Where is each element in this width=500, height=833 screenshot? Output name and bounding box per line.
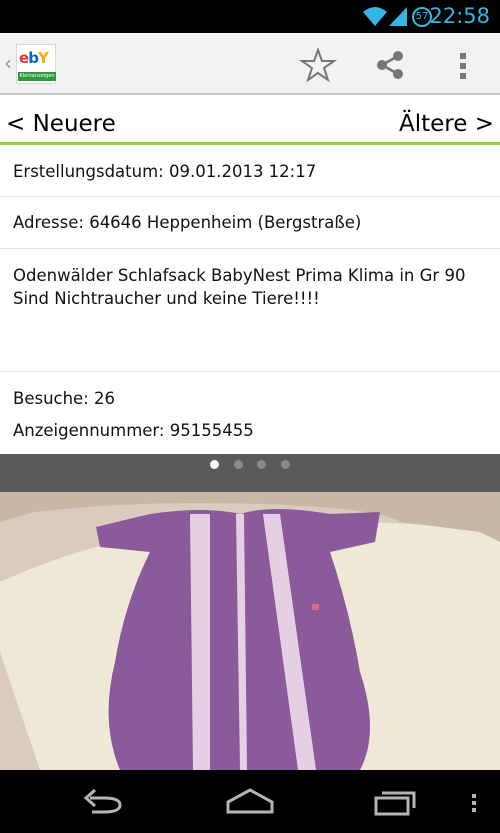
divider	[0, 196, 500, 197]
recents-icon	[374, 791, 416, 816]
ad-navigation: < Neuere Ältere >	[0, 97, 500, 145]
menu-icon	[472, 794, 476, 812]
signal-icon	[389, 7, 407, 26]
home-button[interactable]	[224, 784, 276, 822]
description-line: Odenwälder Schlafsack BabyNest Prima Kli…	[13, 266, 466, 285]
visit-count: Besuche: 26	[13, 389, 116, 408]
up-chevron-icon[interactable]: ‹	[4, 51, 12, 75]
page-dot	[234, 460, 243, 469]
page-dot-active	[210, 460, 219, 469]
share-button[interactable]	[370, 45, 410, 85]
image-gallery[interactable]	[0, 454, 500, 770]
overflow-menu-button[interactable]	[443, 45, 483, 85]
recents-button[interactable]	[372, 784, 420, 822]
system-navigation-bar	[0, 770, 500, 833]
divider	[0, 371, 500, 372]
gallery-page-indicator	[0, 454, 500, 476]
share-icon	[377, 51, 403, 79]
status-time: 22:58	[429, 4, 490, 28]
page-dot	[257, 460, 266, 469]
menu-button[interactable]	[466, 784, 482, 822]
ad-description: Odenwälder Schlafsack BabyNest Prima Kli…	[13, 264, 493, 310]
page-dot	[281, 460, 290, 469]
newer-button[interactable]: < Neuere	[6, 111, 116, 137]
description-line: Sind Nichtraucher und keine Tiere!!!!	[13, 289, 320, 308]
star-icon	[298, 47, 338, 83]
app-logo[interactable]: ebY Kleinanzeigen	[16, 44, 56, 84]
status-bar: 57 22:58	[0, 0, 500, 33]
product-photo	[0, 492, 500, 770]
back-icon	[83, 788, 122, 814]
logo-subtitle: Kleinanzeigen	[18, 72, 56, 81]
logo-text: ebY	[19, 49, 49, 67]
back-button[interactable]	[80, 784, 128, 822]
address: Adresse: 64646 Heppenheim (Bergstraße)	[13, 213, 362, 232]
action-bar: ‹ ebY Kleinanzeigen	[0, 33, 500, 95]
wifi-icon	[363, 7, 387, 26]
older-button[interactable]: Ältere >	[399, 111, 494, 137]
home-icon	[226, 788, 274, 814]
favorite-button[interactable]	[298, 45, 338, 85]
overflow-icon	[460, 53, 466, 79]
ad-number: Anzeigennummer: 95155455	[13, 421, 254, 440]
divider	[0, 248, 500, 249]
creation-date: Erstellungsdatum: 09.01.2013 12:17	[13, 162, 317, 181]
